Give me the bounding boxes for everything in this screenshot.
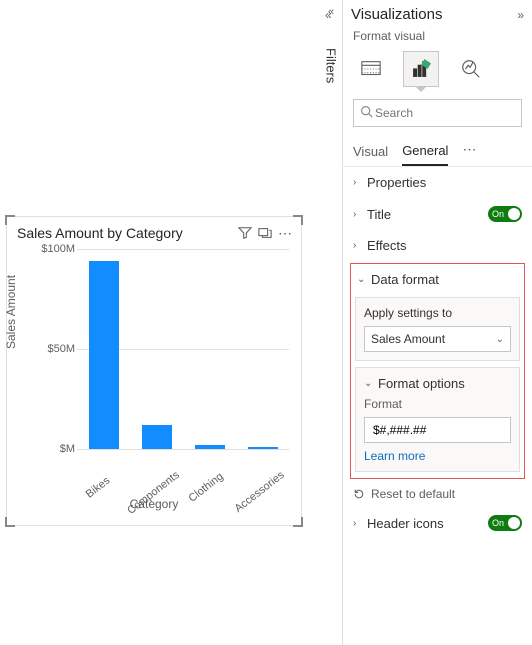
resize-handle[interactable] [293, 517, 303, 527]
chevron-right-icon: › [353, 177, 367, 188]
format-input-box[interactable] [364, 417, 511, 443]
y-tick: $100M [29, 243, 75, 255]
chevron-down-icon: ⌄ [357, 274, 371, 285]
bar[interactable] [142, 425, 172, 449]
format-input[interactable] [371, 422, 504, 438]
bar[interactable] [248, 447, 278, 449]
header-icons-toggle[interactable]: On [488, 515, 522, 531]
y-axis-label: Sales Amount [4, 275, 18, 349]
visualizations-pane: « Visualizations » Format visual Visual … [342, 0, 532, 645]
bar[interactable] [89, 261, 119, 449]
section-data-format[interactable]: ⌄ Data format [355, 268, 520, 291]
title-toggle[interactable]: On [488, 206, 522, 222]
resize-handle[interactable] [5, 215, 15, 225]
resize-handle[interactable] [293, 215, 303, 225]
learn-more-link[interactable]: Learn more [364, 449, 425, 463]
apply-settings-value: Sales Amount [371, 332, 445, 346]
search-input[interactable] [373, 105, 532, 121]
report-canvas: « Filters Sales Amount by Category ⋯ Sal… [0, 0, 342, 645]
format-sub-tabs: Visual General ⋯ [343, 133, 532, 167]
bars [77, 249, 289, 449]
analytics-tab[interactable] [453, 51, 489, 87]
section-header-icons[interactable]: › Header icons On [343, 507, 532, 539]
build-visual-tab[interactable] [353, 51, 389, 87]
expand-pane-icon[interactable]: » [517, 8, 524, 22]
bar-slot [183, 249, 236, 449]
data-format-highlight: ⌄ Data format Apply settings to Sales Am… [350, 263, 525, 479]
format-options-card: ⌄ Format options Format Learn more [355, 367, 520, 472]
tab-visual[interactable]: Visual [353, 138, 388, 165]
section-title[interactable]: › Title On [343, 198, 532, 230]
filters-label: Filters [324, 48, 339, 83]
bar-slot [77, 249, 130, 449]
format-label: Format [364, 397, 511, 411]
apply-settings-select[interactable]: Sales Amount ⌄ [364, 326, 511, 352]
section-properties[interactable]: › Properties [343, 167, 532, 198]
reset-to-default[interactable]: Reset to default [343, 481, 532, 507]
search-icon [360, 105, 373, 121]
pane-subtitle: Format visual [343, 29, 532, 47]
focus-mode-icon[interactable] [255, 223, 275, 243]
more-options-icon[interactable]: ⋯ [275, 223, 295, 243]
search-box[interactable] [353, 99, 522, 127]
format-mode-tabs [343, 47, 532, 87]
filter-icon[interactable] [235, 223, 255, 243]
pane-title: Visualizations [351, 6, 517, 23]
format-visual-tab[interactable] [403, 51, 439, 87]
chart-visual[interactable]: Sales Amount by Category ⋯ Sales Amount … [6, 216, 302, 526]
chevron-down-icon: ⌄ [496, 334, 504, 345]
apply-settings-card: Apply settings to Sales Amount ⌄ [355, 297, 520, 361]
chevron-down-icon: ⌄ [364, 378, 378, 389]
y-axis: $100M $50M $M [29, 249, 75, 449]
collapse-pane-icon[interactable]: « [325, 8, 332, 22]
bar[interactable] [195, 445, 225, 449]
chevron-right-icon: › [353, 240, 367, 251]
visual-header: Sales Amount by Category ⋯ [7, 217, 301, 245]
tab-general[interactable]: General [402, 137, 448, 166]
chart-title: Sales Amount by Category [17, 225, 235, 241]
reset-icon [353, 488, 365, 500]
bar-slot [236, 249, 289, 449]
y-tick: $M [29, 443, 75, 455]
bar-slot [130, 249, 183, 449]
chevron-right-icon: › [353, 209, 367, 220]
section-format-options[interactable]: ⌄ Format options [364, 376, 511, 397]
y-tick: $50M [29, 343, 75, 355]
more-tabs-icon[interactable]: ⋯ [462, 141, 476, 162]
chevron-right-icon: › [353, 518, 367, 529]
resize-handle[interactable] [5, 517, 15, 527]
chart-plot: Sales Amount $100M $50M $M [15, 249, 293, 449]
x-axis-ticks: BikesComponentsClothingAccessories [77, 451, 289, 463]
apply-settings-label: Apply settings to [364, 306, 511, 320]
section-effects[interactable]: › Effects [343, 230, 532, 261]
